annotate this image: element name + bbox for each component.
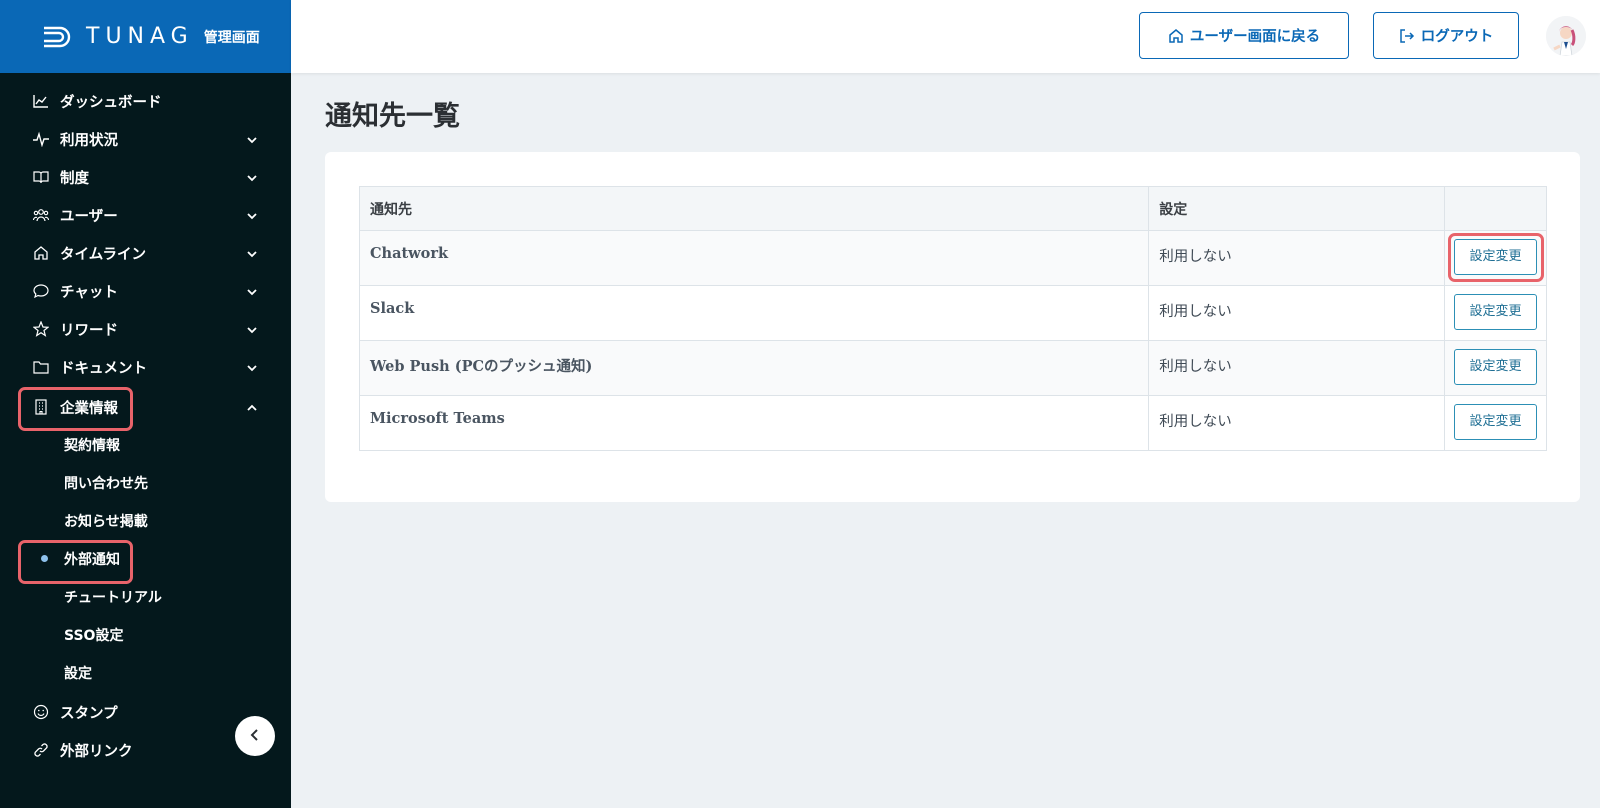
home-icon	[1168, 28, 1184, 44]
change-setting-button[interactable]: 設定変更	[1454, 349, 1537, 385]
column-header-action	[1444, 186, 1547, 231]
sidebar-item-reward[interactable]: リワード	[0, 310, 291, 346]
table-row: Slack 利用しない 設定変更	[358, 285, 1547, 341]
action-cell: 設定変更	[1444, 285, 1547, 341]
link-icon	[33, 742, 49, 758]
setting-value: 利用しない	[1148, 395, 1445, 451]
logout-button[interactable]: ログアウト	[1373, 12, 1519, 59]
destination-name: Microsoft Teams	[358, 395, 1150, 451]
sidebar-subitem-label: SSO設定	[64, 628, 124, 644]
sidebar-item-usage[interactable]: 利用状況	[0, 120, 291, 156]
chevron-left-icon	[249, 727, 261, 746]
table-header-row: 通知先 設定	[358, 186, 1547, 231]
back-to-user-label: ユーザー画面に戻る	[1189, 29, 1321, 45]
sidebar: TUNAG 管理画面 ダッシュボード 利用状況 制度 ユーザー タイムライン チ…	[0, 0, 291, 808]
destination-name: Chatwork	[358, 230, 1150, 286]
collapse-sidebar-button[interactable]	[235, 716, 275, 756]
sidebar-subitem-contract[interactable]: 契約情報	[0, 427, 291, 461]
sidebar-item-company[interactable]: 企業情報	[0, 388, 291, 424]
tunag-logo-icon	[42, 26, 74, 48]
sidebar-item-chat[interactable]: チャット	[0, 272, 291, 308]
smiley-icon	[33, 704, 49, 720]
change-setting-button[interactable]: 設定変更	[1454, 404, 1537, 440]
sidebar-item-label: スタンプ	[60, 706, 118, 722]
sidebar-item-users[interactable]: ユーザー	[0, 196, 291, 232]
sidebar-item-dashboard[interactable]: ダッシュボード	[0, 82, 291, 118]
avatar[interactable]	[1546, 16, 1586, 56]
sidebar-subitem-sso[interactable]: SSO設定	[0, 617, 291, 651]
home-icon	[33, 245, 49, 261]
sidebar-item-label: 企業情報	[60, 401, 118, 417]
setting-value: 利用しない	[1148, 230, 1445, 286]
action-cell: 設定変更	[1444, 340, 1547, 396]
star-icon	[32, 320, 50, 337]
chevron-down-icon	[246, 247, 258, 258]
sidebar-item-label: チャット	[60, 285, 118, 301]
chevron-down-icon	[246, 285, 258, 296]
sidebar-item-label: ドキュメント	[60, 361, 147, 377]
chevron-down-icon	[246, 323, 258, 334]
destination-name: Web Push (PCのプッシュ通知)	[358, 340, 1150, 396]
action-cell: 設定変更	[1444, 395, 1547, 451]
sidebar-subitem-contact[interactable]: 問い合わせ先	[0, 465, 291, 499]
top-header: ユーザー画面に戻る ログアウト	[291, 0, 1600, 73]
chevron-down-icon	[246, 209, 258, 220]
sidebar-subitem-tutorial[interactable]: チュートリアル	[0, 579, 291, 613]
sidebar-item-label: 制度	[60, 171, 89, 187]
setting-value: 利用しない	[1148, 285, 1445, 341]
table-row: Microsoft Teams 利用しない 設定変更	[358, 395, 1547, 451]
sidebar-item-label: 外部リンク	[60, 744, 133, 760]
setting-value: 利用しない	[1148, 340, 1445, 396]
chevron-down-icon	[246, 361, 258, 372]
logout-icon	[1399, 28, 1415, 44]
table-row: Web Push (PCのプッシュ通知) 利用しない 設定変更	[358, 340, 1547, 396]
chart-icon	[33, 93, 49, 109]
column-header-destination: 通知先	[358, 186, 1150, 231]
sidebar-subitem-label: 問い合わせ先	[64, 476, 148, 492]
brand-header[interactable]: TUNAG 管理画面	[0, 0, 291, 73]
change-setting-button[interactable]: 設定変更	[1454, 294, 1537, 330]
chevron-down-icon	[246, 171, 258, 182]
sidebar-item-label: タイムライン	[60, 247, 146, 263]
action-cell: 設定変更	[1444, 230, 1547, 286]
change-setting-button[interactable]: 設定変更	[1454, 239, 1537, 275]
sidebar-item-documents[interactable]: ドキュメント	[0, 348, 291, 384]
logout-label: ログアウト	[1420, 29, 1494, 45]
table-row: Chatwork 利用しない 設定変更	[358, 230, 1547, 286]
sidebar-subitem-label: お知らせ掲載	[64, 514, 148, 530]
sidebar-item-label: ダッシュボード	[60, 95, 162, 111]
brand-subtitle: 管理画面	[203, 29, 260, 46]
folder-icon	[33, 359, 49, 375]
notification-table: 通知先 設定 Chatwork 利用しない 設定変更 Slack 利用しない 設…	[358, 186, 1547, 451]
sidebar-item-timeline[interactable]: タイムライン	[0, 234, 291, 270]
sidebar-item-label: ユーザー	[60, 209, 118, 225]
sidebar-item-label: リワード	[60, 323, 118, 339]
building-icon	[33, 399, 49, 415]
sidebar-subitem-external-notification[interactable]: 外部通知	[0, 541, 291, 575]
notification-card: 通知先 設定 Chatwork 利用しない 設定変更 Slack 利用しない 設…	[325, 152, 1580, 502]
sidebar-subitem-announcement[interactable]: お知らせ掲載	[0, 503, 291, 537]
chevron-down-icon	[246, 133, 258, 144]
back-to-user-button[interactable]: ユーザー画面に戻る	[1139, 12, 1349, 59]
column-header-setting: 設定	[1148, 186, 1445, 231]
sidebar-item-system[interactable]: 制度	[0, 158, 291, 194]
chat-icon	[33, 283, 49, 299]
destination-name: Slack	[358, 285, 1150, 341]
sidebar-subitem-label: 外部通知	[64, 552, 120, 568]
pulse-icon	[33, 131, 49, 148]
page-title: 通知先一覧	[325, 101, 460, 132]
users-icon	[32, 207, 50, 223]
brand-name: TUNAG	[86, 24, 194, 49]
sidebar-subitem-settings[interactable]: 設定	[0, 655, 291, 689]
book-icon	[33, 169, 49, 185]
sidebar-subitem-label: 契約情報	[64, 438, 120, 454]
sidebar-subitem-label: 設定	[64, 666, 92, 682]
sidebar-item-label: 利用状況	[60, 133, 118, 149]
chevron-up-icon	[246, 401, 258, 411]
sidebar-subitem-label: チュートリアル	[64, 590, 162, 606]
active-dot-icon	[41, 555, 48, 562]
